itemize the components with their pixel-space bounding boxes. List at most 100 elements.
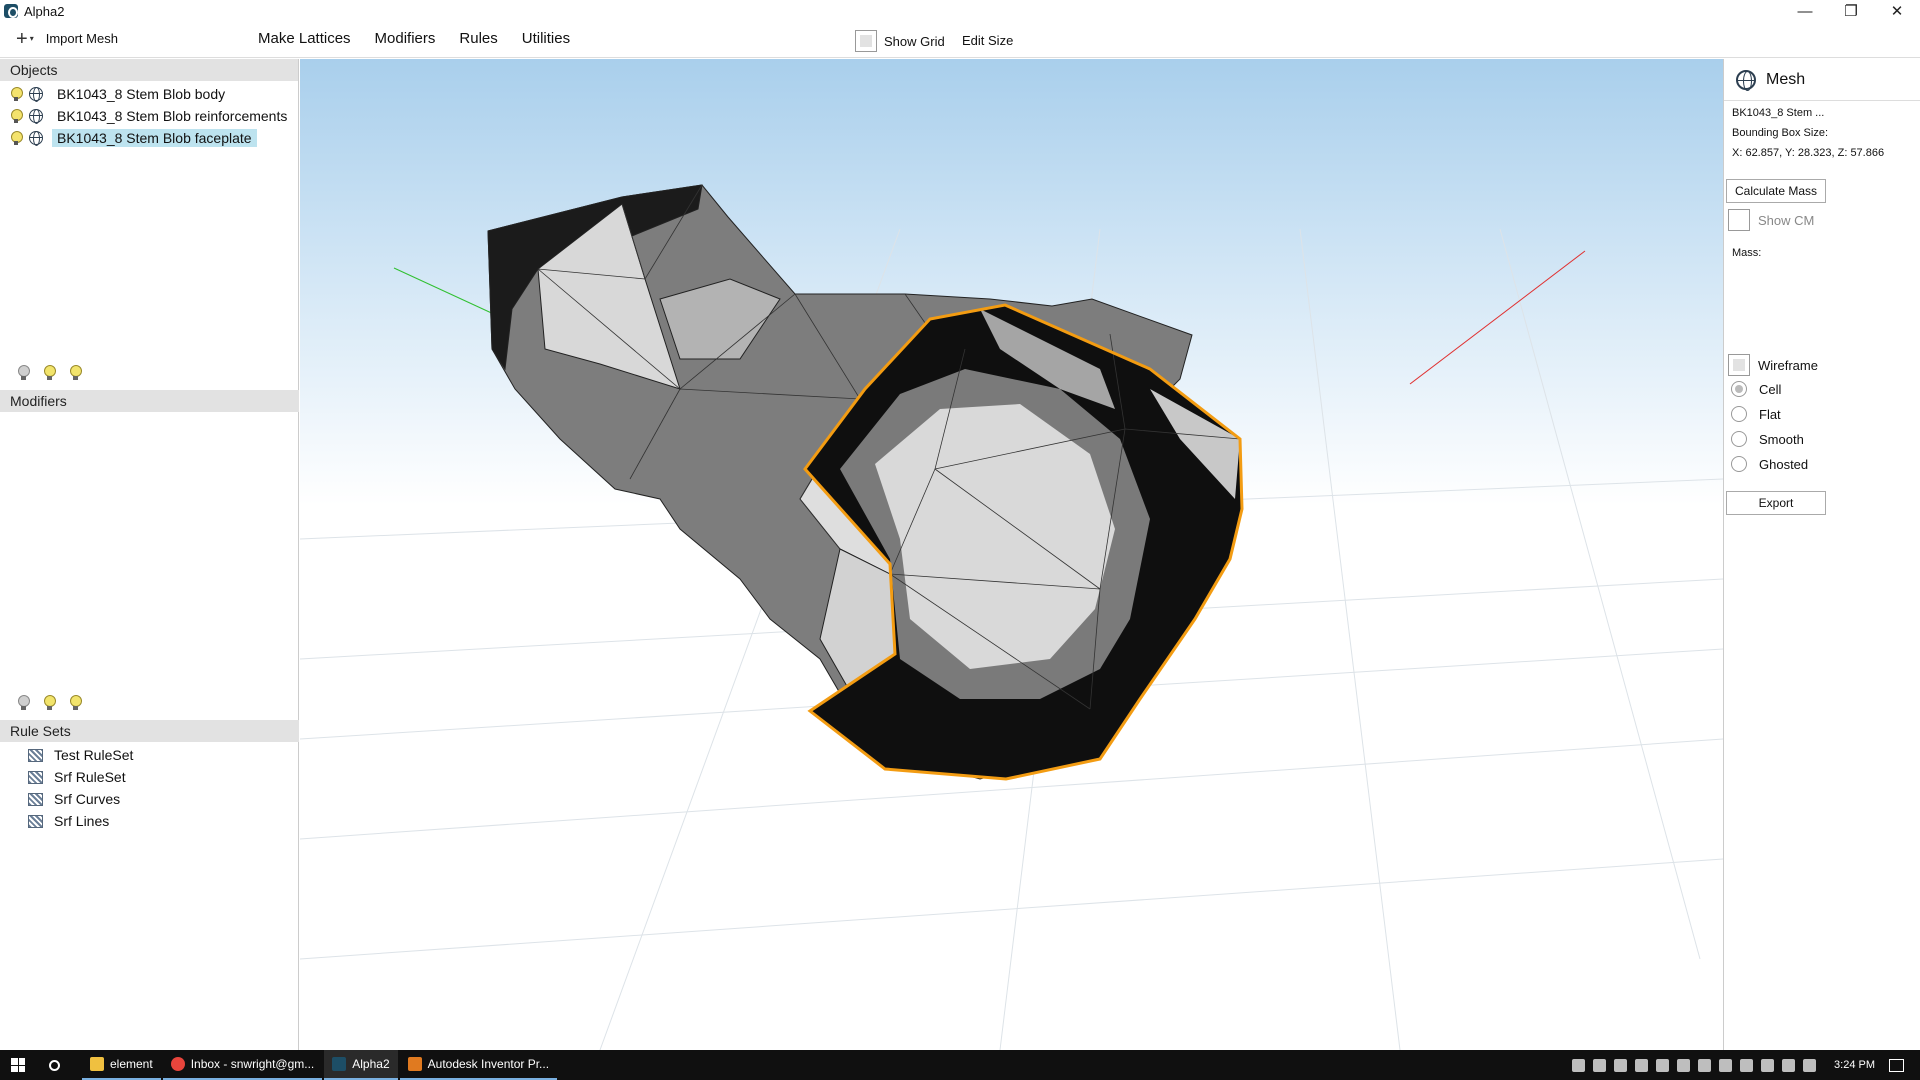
show-cm-toggle[interactable]: Show CM	[1728, 209, 1814, 231]
wireframe-checkbox[interactable]	[1728, 354, 1750, 376]
left-panel: Objects BK1043_8 Stem Blob body BK1043_8…	[0, 59, 299, 1050]
autodesk-icon[interactable]	[1593, 1058, 1607, 1072]
show-cm-checkbox[interactable]	[1728, 209, 1750, 231]
ruleset-item[interactable]: Test RuleSet	[0, 744, 299, 766]
wireframe-label: Wireframe	[1758, 357, 1818, 373]
show-all-bulb-icon[interactable]	[42, 364, 58, 382]
calculate-mass-button[interactable]: Calculate Mass	[1726, 179, 1826, 203]
show-grid-toggle[interactable]: Show Grid	[855, 30, 945, 52]
3d-viewport[interactable]	[300, 59, 1723, 1050]
maximize-button[interactable]: ❐	[1828, 0, 1874, 22]
ruleset-label: Test RuleSet	[54, 747, 134, 763]
title-bar: Alpha2 — ❐ ✕	[0, 0, 1920, 22]
taskbar-item-label: Alpha2	[352, 1057, 390, 1071]
import-mesh-label: Import Mesh	[45, 31, 118, 46]
ruleset-icon	[28, 814, 43, 828]
globe-icon	[29, 109, 43, 124]
lock-icon[interactable]	[1740, 1058, 1754, 1072]
radio-button[interactable]	[1731, 381, 1747, 397]
cloud-icon[interactable]	[1635, 1058, 1649, 1072]
window-title: Alpha2	[24, 3, 65, 19]
monitor-icon[interactable]	[1677, 1058, 1691, 1072]
ruleset-item[interactable]: Srf RuleSet	[0, 766, 299, 788]
wireframe-toggle[interactable]: Wireframe	[1728, 354, 1818, 376]
mesh-name: BK1043_8 Stem ...	[1732, 107, 1825, 119]
hide-all-bulb-icon[interactable]	[16, 694, 32, 712]
app-window: Alpha2 — ❐ ✕ + ▾ Import Mesh Make Lattic…	[0, 0, 1920, 1080]
edit-size-button[interactable]: Edit Size	[962, 33, 1013, 48]
ruleset-label: Srf Curves	[54, 791, 121, 807]
mesh-render	[300, 184, 1723, 1050]
export-button[interactable]: Export	[1726, 491, 1826, 515]
render-mode-flat[interactable]: Flat	[1731, 406, 1781, 422]
object-label: BK1043_8 Stem Blob reinforcements	[57, 108, 288, 124]
close-button[interactable]: ✕	[1874, 0, 1920, 22]
security-icon[interactable]	[1614, 1058, 1628, 1072]
radio-button[interactable]	[1731, 406, 1747, 422]
inventor-icon	[407, 1057, 422, 1071]
object-label: BK1043_8 Stem Blob faceplate	[52, 129, 257, 147]
shield-icon[interactable]	[1698, 1058, 1712, 1072]
menu-make-lattices[interactable]: Make Lattices	[258, 30, 351, 47]
taskbar-item-chrome[interactable]: Inbox - snwright@gm...	[162, 1050, 323, 1080]
toggle-bulb-icon[interactable]	[68, 364, 84, 382]
chrome-icon	[170, 1057, 185, 1071]
object-item-body[interactable]: BK1043_8 Stem Blob body	[0, 83, 298, 105]
show-grid-label: Show Grid	[884, 33, 945, 49]
lightbulb-icon[interactable]	[11, 131, 23, 145]
menu-bar: + ▾ Import Mesh Make Lattices Modifiers …	[0, 22, 1920, 58]
menu-modifiers[interactable]: Modifiers	[375, 30, 436, 47]
taskbar-item-alpha2[interactable]: Alpha2	[324, 1050, 398, 1080]
sync-icon[interactable]	[1656, 1058, 1670, 1072]
volume-icon[interactable]	[1803, 1058, 1817, 1072]
render-mode-cell[interactable]: Cell	[1731, 381, 1781, 397]
bbox-value: X: 62.857, Y: 28.323, Z: 57.866	[1732, 147, 1885, 159]
ruleset-label: Srf RuleSet	[54, 769, 126, 785]
radio-button[interactable]	[1731, 431, 1747, 447]
search-button[interactable]	[36, 1050, 72, 1080]
dropbox-icon[interactable]	[1572, 1058, 1586, 1072]
taskbar-item-label: Autodesk Inventor Pr...	[427, 1057, 550, 1071]
lightbulb-icon[interactable]	[11, 109, 23, 123]
minimize-button[interactable]: —	[1782, 0, 1828, 22]
start-button[interactable]	[0, 1050, 36, 1080]
ruleset-icon	[28, 748, 43, 762]
radio-button[interactable]	[1731, 456, 1747, 472]
globe-icon	[29, 131, 43, 146]
ruleset-icon	[28, 792, 43, 806]
ruleset-item[interactable]: Srf Curves	[0, 788, 299, 810]
chevron-icon[interactable]	[1719, 1058, 1733, 1072]
render-mode-ghosted[interactable]: Ghosted	[1731, 456, 1808, 472]
render-mode-label: Cell	[1759, 381, 1782, 397]
notification-icon[interactable]	[1889, 1058, 1904, 1072]
globe-icon	[1736, 69, 1756, 91]
x-axis-line	[1409, 250, 1586, 385]
taskbar-item-element[interactable]: element	[82, 1050, 161, 1080]
taskbar-item-inventor[interactable]: Autodesk Inventor Pr...	[399, 1050, 558, 1080]
mass-label: Mass:	[1732, 247, 1762, 259]
show-all-bulb-icon[interactable]	[42, 694, 58, 712]
app-logo-icon	[4, 4, 18, 18]
clock[interactable]: 3:24 PM	[1834, 1059, 1875, 1071]
ruleset-label: Srf Lines	[54, 813, 110, 829]
show-grid-checkbox[interactable]	[855, 30, 877, 52]
import-mesh-button[interactable]: + ▾ Import Mesh	[16, 27, 118, 50]
lightbulb-icon[interactable]	[11, 87, 23, 101]
modifiers-header: Modifiers	[0, 390, 299, 412]
rule-sets-header: Rule Sets	[0, 720, 299, 742]
menu-utilities[interactable]: Utilities	[522, 30, 570, 47]
battery-icon[interactable]	[1761, 1058, 1775, 1072]
object-item-faceplate[interactable]: BK1043_8 Stem Blob faceplate	[0, 127, 298, 149]
object-item-reinforcements[interactable]: BK1043_8 Stem Blob reinforcements	[0, 105, 298, 127]
plus-icon: +	[16, 27, 28, 50]
taskbar-item-label: element	[110, 1057, 153, 1071]
show-cm-label: Show CM	[1758, 212, 1815, 228]
ruleset-icon	[28, 770, 43, 784]
ruleset-item[interactable]: Srf Lines	[0, 810, 299, 832]
wifi-icon[interactable]	[1782, 1058, 1796, 1072]
modifiers-visibility-tools	[16, 694, 94, 712]
menu-rules[interactable]: Rules	[459, 30, 497, 47]
toggle-bulb-icon[interactable]	[68, 694, 84, 712]
render-mode-smooth[interactable]: Smooth	[1731, 431, 1804, 447]
hide-all-bulb-icon[interactable]	[16, 364, 32, 382]
